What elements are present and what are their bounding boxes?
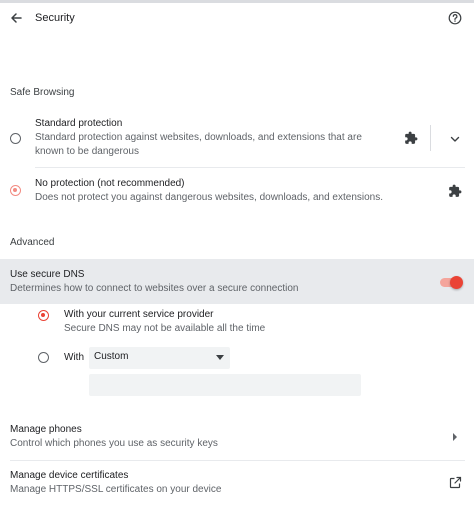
- custom-provider-label: With: [64, 352, 84, 363]
- chevron-down-icon[interactable]: [449, 132, 461, 144]
- dropdown-arrow-icon: [216, 355, 224, 360]
- secure-dns-title: Use secure DNS: [10, 269, 85, 280]
- manage-phones-description: Control which phones you use as security…: [10, 438, 218, 449]
- manage-certificates-title: Manage device certificates: [10, 470, 129, 481]
- current-provider-radio[interactable]: [38, 310, 49, 321]
- standard-protection-description-1: Standard protection against websites, do…: [35, 132, 362, 143]
- puzzle-extension-icon: [448, 184, 462, 198]
- page-title: Security: [35, 12, 75, 24]
- page-header: Security: [0, 3, 474, 35]
- no-protection-description: Does not protect you against dangerous w…: [35, 192, 383, 203]
- puzzle-extension-icon: [404, 131, 418, 145]
- standard-protection-title: Standard protection: [35, 118, 123, 129]
- section-label-safe-browsing: Safe Browsing: [10, 87, 75, 98]
- dns-provider-select-value: Custom: [94, 351, 129, 362]
- no-protection-title: No protection (not recommended): [35, 178, 185, 189]
- secure-dns-description: Determines how to connect to websites ov…: [10, 283, 299, 294]
- standard-protection-radio[interactable]: [10, 133, 21, 144]
- dns-provider-select[interactable]: Custom: [89, 347, 230, 369]
- help-circle-icon[interactable]: [448, 11, 462, 25]
- standard-protection-description-2: known to be dangerous: [35, 146, 139, 157]
- custom-provider-radio[interactable]: [38, 352, 49, 363]
- secure-dns-toggle[interactable]: [450, 276, 463, 289]
- section-label-advanced: Advanced: [10, 237, 55, 248]
- open-in-new-icon[interactable]: [449, 476, 462, 489]
- current-provider-title: With your current service provider: [64, 309, 214, 320]
- divider: [10, 460, 465, 461]
- manage-phones-title: Manage phones: [10, 424, 82, 435]
- vertical-separator: [430, 125, 431, 151]
- current-provider-description: Secure DNS may not be available all the …: [64, 323, 266, 334]
- divider: [35, 167, 465, 168]
- arrow-right-icon: [453, 433, 457, 441]
- manage-phones-row[interactable]: Manage phones Control which phones you u…: [0, 416, 474, 456]
- arrow-back-icon[interactable]: [8, 10, 24, 26]
- custom-dns-input[interactable]: [89, 374, 361, 396]
- manage-certificates-description: Manage HTTPS/SSL certificates on your de…: [10, 484, 222, 495]
- manage-certificates-row[interactable]: Manage device certificates Manage HTTPS/…: [0, 462, 474, 502]
- no-protection-radio[interactable]: [10, 185, 21, 196]
